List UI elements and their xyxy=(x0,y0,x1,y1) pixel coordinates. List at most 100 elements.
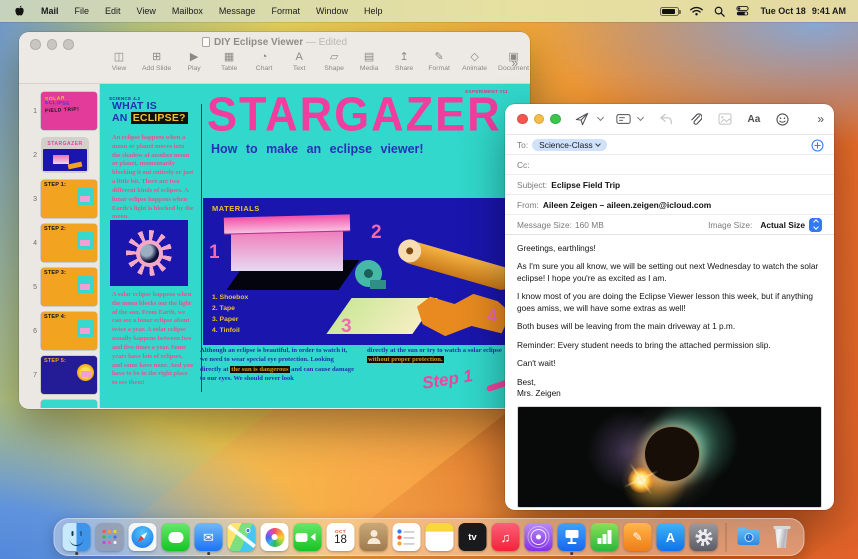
slide-thumbnail-7[interactable]: STEP 5: xyxy=(41,356,97,394)
slide-thumbnail-2-selected[interactable]: STARGAZER xyxy=(43,141,87,171)
to-field[interactable]: To: Science-Class xyxy=(505,135,834,155)
menu-item[interactable]: Help xyxy=(364,6,383,16)
dock-item-messages[interactable] xyxy=(161,520,191,554)
slide-thumbnail-5[interactable]: STEP 3: xyxy=(41,268,97,306)
toolbar-more-chevron-icon[interactable]: » xyxy=(817,112,824,126)
message-body-editor[interactable]: Greetings, earthlings! As I'm sure you al… xyxy=(505,235,834,399)
dock-item-keynote[interactable] xyxy=(557,520,587,555)
keynote-toolbar-button[interactable]: A Text xyxy=(287,51,311,72)
slide-thumbnail-row: 4 STEP 2: xyxy=(19,221,99,265)
keynote-toolbar-button[interactable]: ◔ Chart xyxy=(252,51,276,72)
toolbar-button-icon: ▱ xyxy=(329,51,339,63)
add-recipient-icon[interactable] xyxy=(811,139,824,152)
keynote-toolbar-button[interactable]: ▤ Media xyxy=(357,51,381,72)
dock-item-trash[interactable] xyxy=(767,520,797,554)
messages-icon xyxy=(161,523,190,551)
document-icon xyxy=(201,37,210,47)
send-icon[interactable] xyxy=(575,112,589,126)
attachment-icon[interactable] xyxy=(689,112,702,126)
toolbar-overflow-chevron-icon[interactable]: » xyxy=(511,56,518,70)
toolbar-button-icon: ◇ xyxy=(470,51,479,63)
keynote-toolbar-button[interactable]: ▱ Shape xyxy=(322,51,346,72)
keynote-toolbar-button[interactable]: ↥ Share xyxy=(392,51,416,72)
toolbar-button-icon: ▶ xyxy=(189,51,199,63)
reply-icon[interactable] xyxy=(659,113,673,125)
dock-item-reminders[interactable] xyxy=(392,520,422,554)
message-size-row: Message Size: 160 MB Image Size: Actual … xyxy=(505,215,834,235)
keynote-titlebar[interactable]: DIY Eclipse Viewer — Edited ◫ View ⊞ Add… xyxy=(19,32,530,84)
format-text-button[interactable]: Aa xyxy=(748,114,761,125)
mail-toolbar[interactable]: Aa » xyxy=(505,104,834,135)
dock-item-contacts[interactable] xyxy=(359,520,389,554)
minimize-button[interactable] xyxy=(533,113,544,125)
image-size-dropdown[interactable] xyxy=(809,217,822,232)
menu-date: Tue Oct 18 xyxy=(760,6,806,16)
dock-item-finder[interactable] xyxy=(62,520,92,555)
slide-thumbnail-1[interactable]: SOLAR ECLIPSE FIELD TRIP! xyxy=(41,92,97,130)
dock-item-launchpad[interactable] xyxy=(95,520,125,554)
send-options-chevron-icon[interactable] xyxy=(596,113,604,122)
keynote-toolbar-button[interactable]: ◫ View xyxy=(107,51,131,72)
search-icon[interactable] xyxy=(714,6,726,17)
menu-item[interactable]: File xyxy=(75,6,90,16)
dock-item-pages[interactable]: ✎ xyxy=(623,520,653,554)
message-paragraph: As I'm sure you all know, we will be set… xyxy=(517,261,819,283)
header-fields-chevron-icon[interactable] xyxy=(636,113,644,122)
dock-item-app-store[interactable]: A xyxy=(656,520,686,554)
menu-app-name[interactable]: Mail xyxy=(41,6,59,16)
control-center-icon[interactable] xyxy=(736,6,750,16)
keynote-toolbar-button[interactable]: ⊞ Add Slide xyxy=(142,51,171,72)
battery-icon[interactable] xyxy=(660,6,682,16)
dock-item-system-settings[interactable] xyxy=(689,520,719,554)
menu-item[interactable]: Format xyxy=(271,6,300,16)
menu-item[interactable]: View xyxy=(137,6,156,16)
zoom-button[interactable] xyxy=(550,113,561,125)
pages-icon: ✎ xyxy=(623,523,652,551)
header-fields-icon[interactable] xyxy=(615,113,631,125)
maps-icon xyxy=(227,523,256,551)
dock-item-facetime[interactable] xyxy=(293,520,323,554)
dock-item-music[interactable]: ♫ xyxy=(491,520,521,554)
emoji-icon[interactable] xyxy=(776,112,789,126)
menu-item[interactable]: Message xyxy=(219,6,256,16)
slide-thumbnail-4[interactable]: STEP 2: xyxy=(41,224,97,262)
cc-field[interactable]: Cc: xyxy=(505,155,834,175)
slide-canvas[interactable]: SCIENCE 4.2 EXPERIMENT #11 WHAT IS AN EC… xyxy=(100,84,530,408)
solar-eclipse-illustration xyxy=(110,220,188,286)
subject-field[interactable]: Subject: Eclipse Field Trip xyxy=(505,175,834,195)
dock-item-podcasts[interactable] xyxy=(524,520,554,554)
dock-item-safari[interactable] xyxy=(128,520,158,554)
material-number-3: 3 xyxy=(341,316,352,337)
eclipse-photo-attachment[interactable] xyxy=(517,406,822,509)
menu-item[interactable]: Mailbox xyxy=(172,6,203,16)
keynote-toolbar-button[interactable]: ▦ Table xyxy=(217,51,241,72)
apple-menu-icon[interactable] xyxy=(14,5,25,18)
keynote-toolbar-button[interactable]: ◇ Animate xyxy=(462,51,487,72)
menu-item[interactable]: Edit xyxy=(105,6,121,16)
recipient-token[interactable]: Science-Class xyxy=(532,138,607,151)
slide-thumbnail-8[interactable]: DID YOU KNO xyxy=(41,400,97,408)
menu-clock[interactable]: Tue Oct 18 9:41 AM xyxy=(760,6,846,16)
dock-item-notes[interactable] xyxy=(425,520,455,554)
dock-item-photos[interactable] xyxy=(260,520,290,554)
dock-item-numbers[interactable] xyxy=(590,520,620,554)
close-button[interactable] xyxy=(517,113,528,125)
podcasts-icon xyxy=(524,523,553,551)
slide-thumbnail-3[interactable]: STEP 1: xyxy=(41,180,97,218)
dock-item-tv[interactable]: tv xyxy=(458,520,488,554)
wifi-icon[interactable] xyxy=(690,6,704,16)
dock-divider xyxy=(725,522,727,552)
dock-item-maps[interactable] xyxy=(227,520,257,554)
app-store-icon: A xyxy=(656,523,685,551)
dock-item-downloads[interactable]: ↓ xyxy=(734,520,764,554)
from-field[interactable]: From: Aileen Zeigen – aileen.zeigen@iclo… xyxy=(505,195,834,215)
dock-item-calendar[interactable]: OCT 18 xyxy=(326,520,356,554)
running-indicator xyxy=(75,552,78,555)
dock-item-mail[interactable]: ✉ xyxy=(194,520,224,555)
menu-item[interactable]: Window xyxy=(316,6,348,16)
keynote-toolbar-button[interactable]: ✎ Format xyxy=(427,51,451,72)
slide-number: 6 xyxy=(33,327,37,335)
slide-thumbnail-6[interactable]: STEP 4: xyxy=(41,312,97,350)
keynote-toolbar-button[interactable]: ▶ Play xyxy=(182,51,206,72)
insert-photo-icon[interactable] xyxy=(717,113,732,125)
